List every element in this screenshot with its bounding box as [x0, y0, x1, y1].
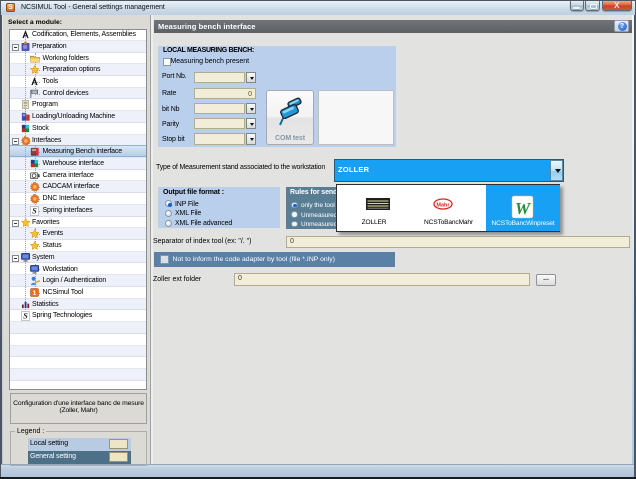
svg-text:W: W — [515, 199, 532, 218]
svg-text:Mahr: Mahr — [436, 203, 450, 209]
svg-text:1: 1 — [32, 290, 36, 297]
svg-text:S: S — [23, 312, 28, 321]
svg-text:S: S — [32, 207, 37, 216]
